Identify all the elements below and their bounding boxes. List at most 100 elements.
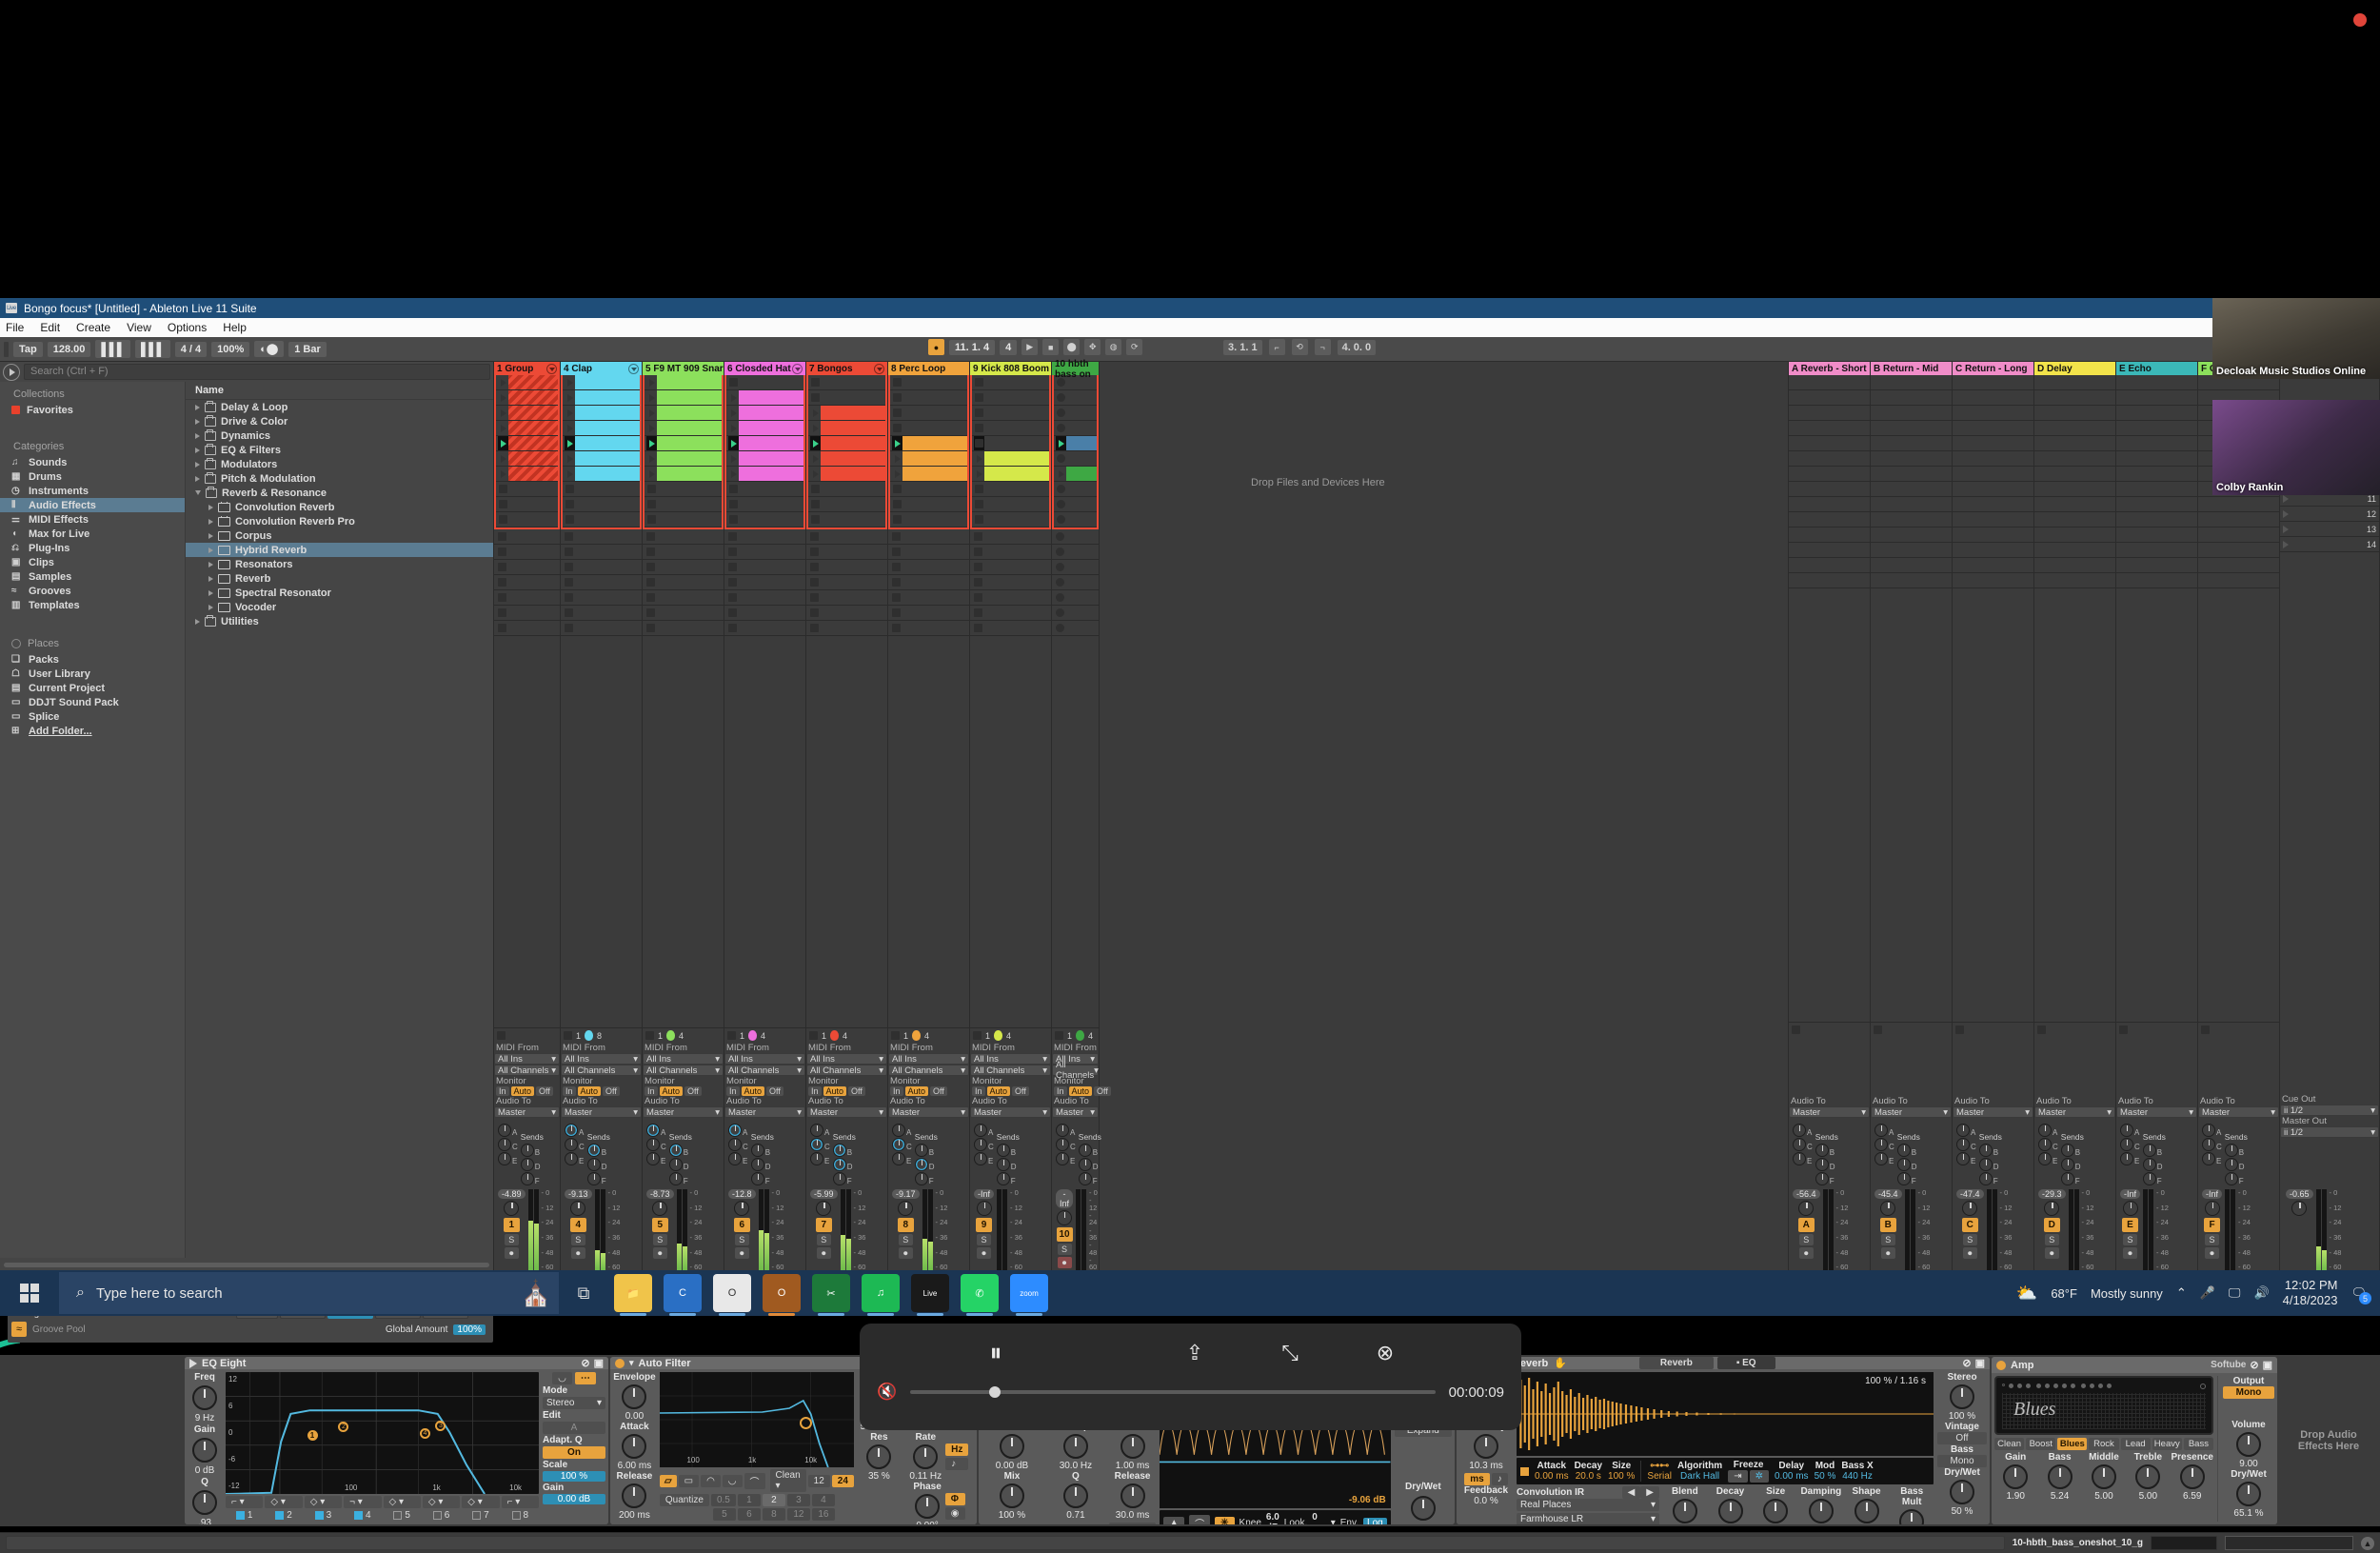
punch-out-icon[interactable]: ¬ — [1314, 339, 1331, 355]
chevron-right-icon[interactable] — [208, 532, 213, 539]
comp-mix-knob[interactable] — [999, 1483, 1024, 1508]
amp-model-blues[interactable]: Blues — [2057, 1438, 2088, 1450]
collection-favorites[interactable]: Favorites — [0, 403, 185, 417]
clip-slot[interactable] — [724, 590, 805, 606]
clip-slot[interactable] — [496, 512, 558, 528]
send-knob-D[interactable] — [1078, 1158, 1092, 1171]
send-knob-D[interactable] — [520, 1158, 534, 1171]
stop-clip-button[interactable] — [645, 1031, 654, 1040]
clip-slot[interactable] — [972, 451, 1049, 467]
send-knob-C[interactable] — [1056, 1138, 1069, 1151]
clip-launch-icon[interactable] — [974, 454, 984, 463]
monitor-in-button[interactable]: In — [808, 1086, 822, 1096]
tree-item-convolution-reverb[interactable]: Convolution Reverb — [186, 500, 493, 514]
tree-item-eq-filters[interactable]: EQ & Filters — [186, 443, 493, 457]
clip-launch-icon[interactable] — [892, 378, 902, 387]
send-knob-B[interactable] — [520, 1144, 534, 1157]
send-knob-E[interactable] — [498, 1152, 511, 1165]
clip-slot[interactable] — [643, 621, 724, 636]
capture-icon[interactable]: ✥ — [1084, 339, 1101, 355]
midi-from-select[interactable]: All Ins ▾ — [724, 1053, 805, 1065]
chevron-right-icon[interactable] — [208, 589, 213, 596]
sidebar-item-templates[interactable]: ▥ Templates — [0, 598, 185, 612]
clip-slot[interactable] — [1054, 512, 1097, 528]
clip-launch-icon[interactable] — [728, 485, 739, 493]
eq-band-handle-4[interactable]: 4 — [419, 1427, 430, 1439]
clip-launch-icon[interactable] — [892, 500, 902, 508]
solo-button[interactable]: S — [816, 1234, 831, 1245]
eq-analyzer-icon[interactable]: ⋯ — [574, 1372, 596, 1384]
tree-item-spectral-resonator[interactable]: Spectral Resonator — [186, 586, 493, 600]
clip-slot[interactable] — [808, 421, 885, 436]
clip-launch-icon[interactable] — [646, 485, 657, 493]
sidebar-item-midi-effects[interactable]: ⚌ MIDI Effects — [0, 512, 185, 527]
camera-bottom[interactable]: Colby Rankin — [2212, 400, 2380, 495]
device-power-icon[interactable] — [615, 1358, 625, 1368]
af-res-knob[interactable] — [866, 1444, 892, 1469]
send-knob-A[interactable] — [646, 1124, 660, 1137]
midi-channel-select[interactable]: All Channels ▾ — [888, 1065, 969, 1076]
clip-launch-icon[interactable] — [728, 424, 739, 432]
loop-icon[interactable]: ⟲ — [1291, 339, 1308, 355]
af-quantize-12[interactable]: 12 — [786, 1508, 810, 1521]
tempo-field[interactable]: 128.00 — [47, 341, 91, 357]
clip-slot[interactable] — [496, 436, 558, 451]
browser-scrollbar[interactable] — [0, 1258, 493, 1271]
arm-button[interactable]: ⏺ — [1880, 1247, 1895, 1259]
clip-slot[interactable] — [563, 421, 640, 436]
comp-peak-mode-icon[interactable]: ▲ — [1163, 1516, 1185, 1524]
clip-slot[interactable] — [561, 529, 642, 545]
scene-row[interactable]: 12 — [2280, 507, 2379, 522]
hr-ms-button[interactable]: ms — [1464, 1473, 1490, 1485]
sidebar-item-audio-effects[interactable]: ⦀ Audio Effects — [0, 498, 185, 512]
af-release-knob[interactable] — [622, 1483, 647, 1508]
places-item-packs[interactable]: ❏ Packs — [0, 652, 185, 667]
midi-channel-select[interactable]: All Channels ▾ — [806, 1065, 887, 1076]
send-knob-C[interactable] — [728, 1138, 742, 1151]
notification-icon[interactable]: 🗨 5 — [2350, 1285, 2371, 1304]
opera-icon[interactable]: O — [763, 1274, 801, 1316]
camera-top[interactable]: Decloak Music Studios Online — [2212, 298, 2380, 379]
amp-model-boost[interactable]: Boost — [2026, 1438, 2056, 1450]
clip-slot[interactable] — [808, 497, 885, 512]
clip-slot[interactable] — [808, 406, 885, 421]
send-knob-A[interactable] — [1793, 1124, 1806, 1137]
seek-bar[interactable] — [910, 1386, 1436, 1398]
clip-slot[interactable] — [1052, 606, 1099, 621]
clip-slot[interactable] — [806, 590, 887, 606]
hybrid-tab-reverb[interactable]: Reverb — [1638, 1357, 1714, 1369]
hr-size-value[interactable]: 100 % — [1608, 1471, 1635, 1482]
volume-value[interactable]: -Inf — [1056, 1189, 1074, 1208]
clip-launch-icon[interactable] — [728, 454, 739, 463]
af-quantize-5[interactable]: 5 — [712, 1508, 736, 1521]
eq-mode-select[interactable]: Stereo ▾ — [543, 1397, 605, 1409]
clip-slot[interactable] — [643, 545, 724, 560]
weather-temp[interactable]: 68°F — [2051, 1286, 2077, 1301]
hr-ir-prev-icon[interactable]: ◀ — [1621, 1486, 1641, 1499]
stop-clip-button[interactable] — [2119, 1025, 2128, 1034]
hybrid-reverb-graph[interactable]: 100 % / 1.16 s — [1517, 1372, 1934, 1456]
monitor-in-button[interactable]: In — [726, 1086, 740, 1096]
hr-knob-control[interactable] — [1717, 1499, 1743, 1523]
hr-feedback-value[interactable]: 0.0 % — [1459, 1496, 1513, 1506]
clip-slot[interactable] — [645, 467, 722, 482]
clip-slot[interactable] — [561, 545, 642, 560]
clip-launch-icon[interactable] — [892, 424, 902, 432]
volume-value[interactable]: -56.4 — [1793, 1189, 1820, 1199]
send-knob-E[interactable] — [1793, 1152, 1806, 1165]
solo-button[interactable]: S — [2123, 1234, 2137, 1245]
stop-clip-button[interactable] — [1055, 1031, 1063, 1040]
hr-stereo-knob[interactable] — [1950, 1384, 1974, 1409]
clip-slot[interactable] — [806, 529, 887, 545]
clip-slot[interactable] — [890, 512, 967, 528]
play-icon[interactable]: ▶ — [1021, 339, 1039, 355]
amp-model-rock[interactable]: Rock — [2089, 1438, 2119, 1450]
tree-item-pitch-modulation[interactable]: Pitch & Modulation — [186, 471, 493, 486]
comp-gain-knob[interactable] — [999, 1434, 1024, 1459]
clip-launch-icon[interactable] — [1056, 424, 1066, 432]
comp-attack-knob[interactable] — [1120, 1434, 1145, 1459]
clip-slot[interactable] — [726, 390, 803, 406]
clip-slot[interactable] — [645, 406, 722, 421]
clip-slot[interactable] — [890, 482, 967, 497]
solo-button[interactable]: S — [2205, 1234, 2219, 1245]
